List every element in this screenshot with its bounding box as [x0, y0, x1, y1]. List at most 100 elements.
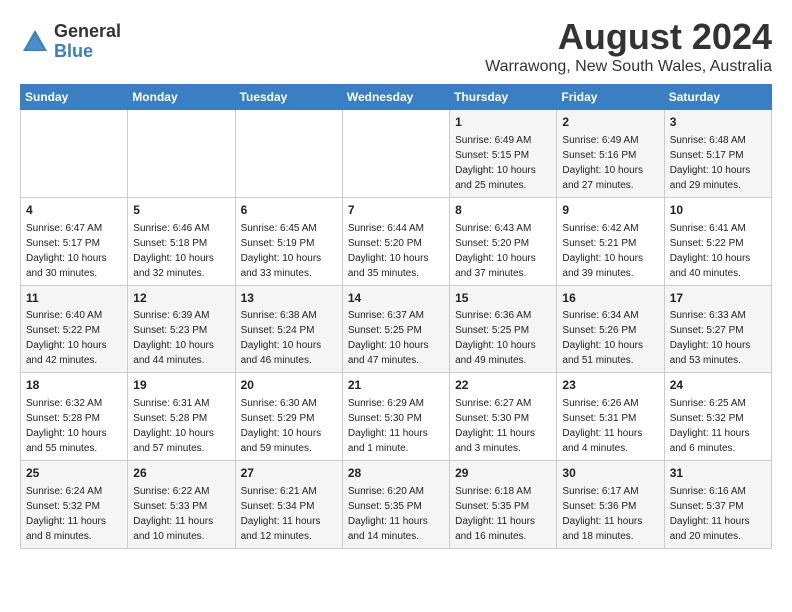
day-number: 2	[562, 114, 658, 131]
sunset-text: Sunset: 5:35 PM	[455, 501, 529, 512]
sunrise-text: Sunrise: 6:32 AM	[26, 398, 102, 409]
sunrise-text: Sunrise: 6:43 AM	[455, 223, 531, 234]
cell-content: Sunrise: 6:33 AMSunset: 5:27 PMDaylight:…	[670, 308, 766, 368]
cell-content: Sunrise: 6:36 AMSunset: 5:25 PMDaylight:…	[455, 308, 551, 368]
day-number: 15	[455, 290, 551, 307]
daylight-text: Daylight: 10 hours and 47 minutes.	[348, 340, 429, 366]
sunset-text: Sunset: 5:28 PM	[26, 413, 100, 424]
day-header-tuesday: Tuesday	[235, 85, 342, 110]
day-number: 8	[455, 202, 551, 219]
cell-content: Sunrise: 6:39 AMSunset: 5:23 PMDaylight:…	[133, 308, 229, 368]
day-header-wednesday: Wednesday	[342, 85, 449, 110]
daylight-text: Daylight: 10 hours and 35 minutes.	[348, 253, 429, 279]
daylight-text: Daylight: 11 hours and 3 minutes.	[455, 428, 535, 454]
sunrise-text: Sunrise: 6:33 AM	[670, 310, 746, 321]
day-number: 3	[670, 114, 766, 131]
day-number: 30	[562, 465, 658, 482]
calendar-cell: 3 Sunrise: 6:48 AMSunset: 5:17 PMDaylight…	[664, 110, 771, 198]
sunset-text: Sunset: 5:17 PM	[26, 238, 100, 249]
sunrise-text: Sunrise: 6:18 AM	[455, 486, 531, 497]
sunrise-text: Sunrise: 6:29 AM	[348, 398, 424, 409]
day-number: 14	[348, 290, 444, 307]
day-number: 9	[562, 202, 658, 219]
sunrise-text: Sunrise: 6:45 AM	[241, 223, 317, 234]
sunrise-text: Sunrise: 6:34 AM	[562, 310, 638, 321]
sunset-text: Sunset: 5:20 PM	[348, 238, 422, 249]
daylight-text: Daylight: 10 hours and 55 minutes.	[26, 428, 107, 454]
sunset-text: Sunset: 5:25 PM	[348, 325, 422, 336]
calendar-table: SundayMondayTuesdayWednesdayThursdayFrid…	[20, 84, 772, 549]
day-number: 5	[133, 202, 229, 219]
sunrise-text: Sunrise: 6:40 AM	[26, 310, 102, 321]
cell-content: Sunrise: 6:37 AMSunset: 5:25 PMDaylight:…	[348, 308, 444, 368]
calendar-week: 25Sunrise: 6:24 AMSunset: 5:32 PMDayligh…	[21, 461, 772, 549]
daylight-text: Daylight: 10 hours and 37 minutes.	[455, 253, 536, 279]
cell-content: Sunrise: 6:48 AMSunset: 5:17 PMDaylight:…	[670, 133, 766, 193]
day-number: 17	[670, 290, 766, 307]
day-header-thursday: Thursday	[450, 85, 557, 110]
sunset-text: Sunset: 5:18 PM	[133, 238, 207, 249]
sunset-text: Sunset: 5:25 PM	[455, 325, 529, 336]
calendar-cell: 16Sunrise: 6:34 AMSunset: 5:26 PMDayligh…	[557, 285, 664, 373]
daylight-text: Daylight: 10 hours and 49 minutes.	[455, 340, 536, 366]
sunset-text: Sunset: 5:29 PM	[241, 413, 315, 424]
day-header-sunday: Sunday	[21, 85, 128, 110]
daylight-text: Daylight: 10 hours and 25 minutes.	[455, 165, 536, 191]
day-header-monday: Monday	[128, 85, 235, 110]
calendar-cell: 23Sunrise: 6:26 AMSunset: 5:31 PMDayligh…	[557, 373, 664, 461]
calendar-cell: 25Sunrise: 6:24 AMSunset: 5:32 PMDayligh…	[21, 461, 128, 549]
cell-content: Sunrise: 6:42 AMSunset: 5:21 PMDaylight:…	[562, 221, 658, 281]
page-header: General Blue August 2024 Warrawong, New …	[20, 16, 772, 76]
cell-content: Sunrise: 6:38 AMSunset: 5:24 PMDaylight:…	[241, 308, 337, 368]
day-number: 24	[670, 377, 766, 394]
cell-content: Sunrise: 6:18 AMSunset: 5:35 PMDaylight:…	[455, 484, 551, 544]
day-number: 6	[241, 202, 337, 219]
calendar-cell: 29Sunrise: 6:18 AMSunset: 5:35 PMDayligh…	[450, 461, 557, 549]
calendar-cell: 27Sunrise: 6:21 AMSunset: 5:34 PMDayligh…	[235, 461, 342, 549]
day-number: 26	[133, 465, 229, 482]
daylight-text: Daylight: 10 hours and 29 minutes.	[670, 165, 751, 191]
cell-content: Sunrise: 6:26 AMSunset: 5:31 PMDaylight:…	[562, 396, 658, 456]
daylight-text: Daylight: 10 hours and 42 minutes.	[26, 340, 107, 366]
sunrise-text: Sunrise: 6:41 AM	[670, 223, 746, 234]
calendar-cell: 4Sunrise: 6:47 AMSunset: 5:17 PMDaylight…	[21, 197, 128, 285]
daylight-text: Daylight: 11 hours and 18 minutes.	[562, 516, 642, 542]
calendar-cell: 7Sunrise: 6:44 AMSunset: 5:20 PMDaylight…	[342, 197, 449, 285]
calendar-body: 1Sunrise: 6:49 AMSunset: 5:15 PMDaylight…	[21, 110, 772, 549]
calendar-week: 11Sunrise: 6:40 AMSunset: 5:22 PMDayligh…	[21, 285, 772, 373]
sunrise-text: Sunrise: 6:24 AM	[26, 486, 102, 497]
day-number: 12	[133, 290, 229, 307]
day-number: 1	[455, 114, 551, 131]
calendar-cell: 22Sunrise: 6:27 AMSunset: 5:30 PMDayligh…	[450, 373, 557, 461]
day-number: 11	[26, 290, 122, 307]
cell-content: Sunrise: 6:16 AMSunset: 5:37 PMDaylight:…	[670, 484, 766, 544]
cell-content: Sunrise: 6:45 AMSunset: 5:19 PMDaylight:…	[241, 221, 337, 281]
day-number: 29	[455, 465, 551, 482]
cell-content: Sunrise: 6:32 AM Sunset: 5:28 PM Daylight:…	[26, 396, 122, 456]
daylight-text: Daylight: 10 hours and 46 minutes.	[241, 340, 322, 366]
sunset-text: Sunset: 5:23 PM	[133, 325, 207, 336]
daylight-text: Daylight: 11 hours and 6 minutes.	[670, 428, 750, 454]
sunset-text: Sunset: 5:16 PM	[562, 150, 636, 161]
sunset-text: Sunset: 5:15 PM	[455, 150, 529, 161]
calendar-week: 4Sunrise: 6:47 AMSunset: 5:17 PMDaylight…	[21, 197, 772, 285]
calendar-cell: 8 Sunrise: 6:43 AM Sunset: 5:20 PM Daylight…	[450, 197, 557, 285]
sunrise-text: Sunrise: 6:22 AM	[133, 486, 209, 497]
sunset-text: Sunset: 5:20 PM	[455, 238, 529, 249]
day-number: 18	[26, 377, 122, 394]
calendar-cell: 12Sunrise: 6:39 AMSunset: 5:23 PMDayligh…	[128, 285, 235, 373]
location-title: Warrawong, New South Wales, Australia	[485, 58, 772, 76]
sunset-text: Sunset: 5:36 PM	[562, 501, 636, 512]
day-number: 16	[562, 290, 658, 307]
calendar-cell: 18 Sunrise: 6:32 AM Sunset: 5:28 PM Dayligh…	[21, 373, 128, 461]
sunset-text: Sunset: 5:32 PM	[670, 413, 744, 424]
sunset-text: Sunset: 5:22 PM	[670, 238, 744, 249]
month-title: August 2024	[485, 16, 772, 58]
day-number: 4	[26, 202, 122, 219]
calendar-cell	[21, 110, 128, 198]
sunrise-text: Sunrise: 6:49 AM	[562, 135, 638, 146]
cell-content: Sunrise: 6:22 AMSunset: 5:33 PMDaylight:…	[133, 484, 229, 544]
cell-content: Sunrise: 6:30 AMSunset: 5:29 PMDaylight:…	[241, 396, 337, 456]
cell-content: Sunrise: 6:49 AMSunset: 5:15 PMDaylight:…	[455, 133, 551, 193]
daylight-text: Daylight: 11 hours and 20 minutes.	[670, 516, 750, 542]
